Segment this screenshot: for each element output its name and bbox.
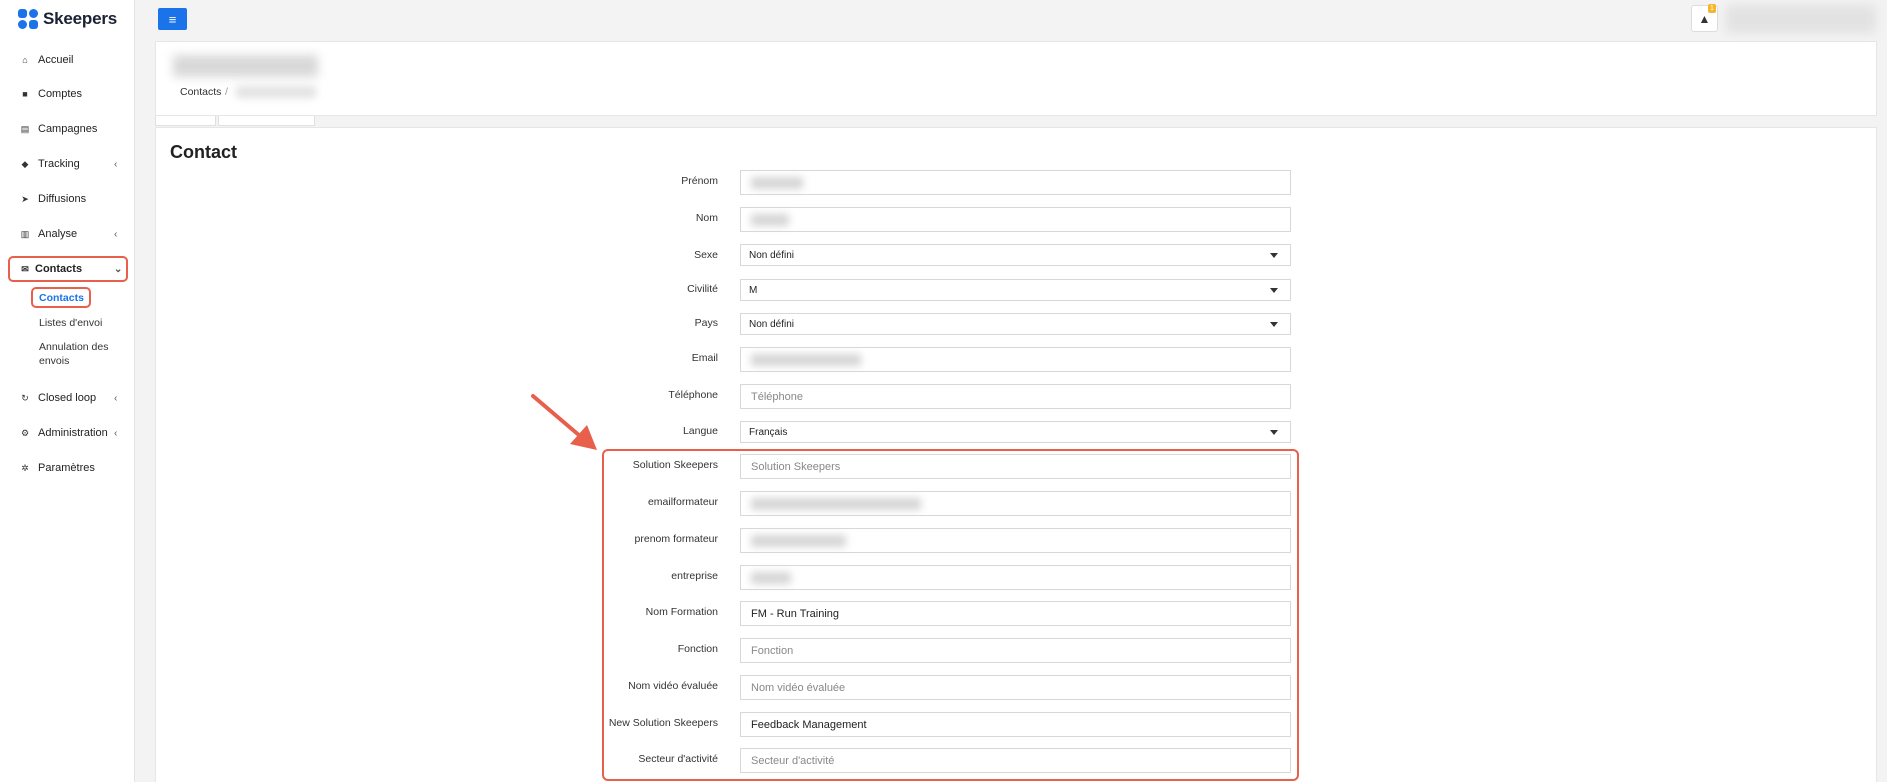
sidebar-item-analyse[interactable]: ▥ Analyse ‹ (0, 223, 135, 245)
page-title (173, 55, 318, 77)
sidebar-item-label: Campagnes (38, 123, 98, 135)
sidebar-item-label: Comptes (38, 88, 83, 100)
breadcrumb-contacts[interactable]: Contacts (180, 86, 221, 98)
page-header: Contacts / (155, 41, 1877, 116)
label-nom: Nom (695, 212, 718, 224)
sidebar-item-closed-loop[interactable]: ↻ Closed loop ‹ (0, 387, 135, 409)
sidebar-item-tracking[interactable]: ◆ Tracking ‹ (0, 153, 135, 175)
users-icon: ■ (22, 89, 28, 99)
sidebar: Skeepers ⌂ Accueil ■ Comptes ▤ Campagnes… (0, 0, 135, 782)
label-langue: Langue (682, 425, 718, 437)
sidebar-item-campagnes[interactable]: ▤ Campagnes (0, 118, 135, 140)
nom-field[interactable] (740, 207, 1291, 232)
civilite-select[interactable]: M (740, 279, 1291, 301)
form-title: Contact (170, 142, 237, 162)
label-pays: Pays (694, 317, 718, 329)
sidebar-item-label: Paramètres (38, 462, 95, 474)
cogs-icon: ⚙ (20, 427, 30, 438)
skeepers-logo-icon (18, 9, 38, 29)
app-name: Skeepers (43, 9, 118, 28)
sidebar-item-label: Analyse (38, 228, 78, 240)
contacts-subitem-highlight (31, 287, 91, 308)
breadcrumb-separator: / (225, 86, 228, 98)
chevron-left-icon: ‹ (114, 392, 118, 404)
annotation-arrow-icon (531, 394, 597, 450)
telephone-field[interactable]: Téléphone (740, 384, 1291, 409)
chevron-left-icon: ‹ (114, 158, 118, 170)
app-logo[interactable]: Skeepers (18, 9, 117, 29)
sidebar-item-accueil[interactable]: ⌂ Accueil (0, 49, 135, 71)
notification-badge: 1 (1708, 4, 1716, 13)
custom-fields-highlight (602, 449, 1299, 781)
langue-select[interactable]: Français (740, 421, 1291, 443)
tab-2[interactable] (218, 116, 315, 126)
sidebar-item-label: Tracking (38, 158, 80, 170)
refresh-icon: ↻ (21, 392, 29, 403)
rocket-icon: ➤ (21, 193, 29, 204)
home-icon: ⌂ (22, 55, 28, 65)
breadcrumb-current (236, 86, 316, 98)
user-menu[interactable] (1726, 5, 1876, 33)
label-email: Email (691, 352, 718, 364)
sidebar-item-label: Diffusions (38, 193, 87, 205)
chevron-left-icon: ‹ (114, 427, 118, 439)
prenom-field[interactable] (740, 170, 1291, 195)
sidebar-subitem-listes-envoi[interactable]: Listes d'envoi (39, 316, 102, 330)
menu-toggle-button[interactable]: ≡ (158, 8, 187, 30)
label-civilite: Civilité (687, 283, 718, 295)
sidebar-item-label: Accueil (38, 54, 74, 66)
email-field[interactable] (740, 347, 1291, 372)
label-sexe: Sexe (694, 249, 718, 261)
sexe-select[interactable]: Non défini (740, 244, 1291, 266)
bar-chart-icon: ▥ (20, 228, 30, 239)
label-prenom: Prénom (681, 175, 718, 187)
tag-icon: ◆ (21, 158, 29, 169)
sidebar-item-diffusions[interactable]: ➤ Diffusions (0, 188, 135, 210)
sidebar-subitem-annulation-line2[interactable]: envois (39, 354, 69, 368)
sidebar-item-administration[interactable]: ⚙ Administration ‹ (0, 422, 135, 444)
sidebar-item-parametres[interactable]: ✲ Paramètres (0, 457, 135, 479)
gear-icon: ✲ (21, 462, 29, 473)
chevron-left-icon: ‹ (114, 228, 118, 240)
bell-icon: ▲ (1698, 11, 1711, 26)
hamburger-icon: ≡ (168, 11, 177, 27)
tab-1[interactable] (155, 116, 216, 126)
file-icon: ▤ (20, 123, 30, 134)
pays-select[interactable]: Non défini (740, 313, 1291, 335)
label-telephone: Téléphone (668, 389, 718, 401)
sidebar-item-comptes[interactable]: ■ Comptes (0, 83, 135, 105)
sidebar-item-label: Administration (38, 427, 108, 439)
sidebar-item-label: Closed loop (38, 392, 97, 404)
contacts-menu-highlight (8, 256, 128, 282)
sidebar-subitem-annulation-line1[interactable]: Annulation des (39, 340, 108, 354)
